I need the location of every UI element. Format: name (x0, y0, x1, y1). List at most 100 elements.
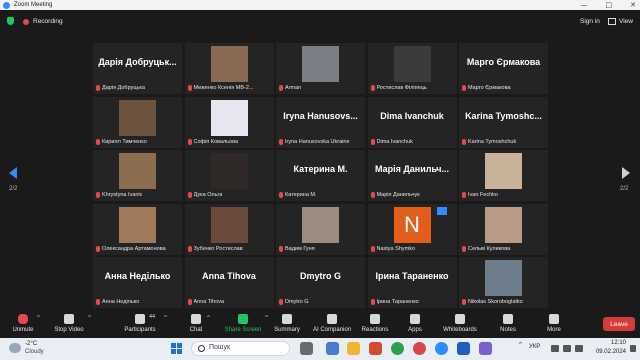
participant-tile[interactable]: Ростислав Філіпець (367, 43, 457, 94)
participant-tile[interactable]: Софія Ковальова (184, 96, 274, 148)
app-icon[interactable] (326, 342, 339, 355)
participant-tile[interactable]: Ivan Fechko (459, 150, 548, 201)
participant-tile[interactable]: Nikolas Skoroboglatko (459, 257, 548, 308)
language-indicator[interactable]: УКР (529, 344, 540, 350)
muted-mic-icon (96, 138, 100, 145)
participant-video-feed (119, 206, 156, 243)
whiteboards-button[interactable]: Whiteboards (442, 310, 478, 338)
participant-tile[interactable]: Arman (276, 43, 365, 94)
maximize-button[interactable]: □ (606, 1, 613, 9)
audio-options-caret-icon[interactable]: ^ (36, 315, 41, 322)
muted-mic-icon (462, 85, 466, 91)
chat-label: Chat (189, 327, 203, 333)
reactions-button[interactable]: Reactions (360, 310, 390, 338)
task-view-icon[interactable] (300, 342, 313, 355)
file-explorer-icon[interactable] (347, 342, 360, 355)
share-screen-button[interactable]: Share Screen (224, 310, 262, 338)
participant-tile[interactable]: Марія Данильч... Марія Данильчук (367, 150, 457, 201)
ai-companion-button[interactable]: AI Companion (312, 310, 352, 338)
previous-page-arrow-icon[interactable] (9, 167, 17, 179)
page-indicator-left: 2/2 (9, 186, 18, 192)
taskbar-search-box[interactable]: Пошук (191, 341, 290, 356)
unmute-label: Unmute (12, 327, 34, 333)
sign-in-link[interactable]: Sign in (580, 16, 600, 28)
participant-tile[interactable]: Дарія Добруцьк... Дарія Добруцька (93, 43, 182, 94)
battery-icon[interactable] (575, 345, 583, 352)
participant-tile[interactable]: Вадим Гуня (276, 203, 365, 255)
app-icon[interactable] (369, 342, 382, 355)
participant-name-label: Катерина М. (285, 192, 317, 198)
participant-tile[interactable]: Dmytro G Dmytro G (276, 257, 365, 308)
leave-button[interactable]: Leave (603, 317, 635, 331)
view-button[interactable]: View (619, 16, 633, 28)
clock-date[interactable]: 09.02.2024 (588, 349, 626, 355)
participant-tile[interactable]: Сельві Куликова (459, 203, 548, 255)
participant-name-label: Вадим Гуня (285, 245, 315, 252)
muted-mic-icon (370, 245, 375, 252)
chat-options-caret-icon[interactable]: ^ (206, 315, 211, 322)
participant-display-name: Dmytro G (299, 271, 341, 281)
participant-tile[interactable]: Катерина М. Катерина М. (276, 150, 365, 201)
security-shield-icon[interactable] (7, 17, 14, 25)
participant-tile[interactable]: Олександра Артамонова (93, 203, 182, 255)
share-options-caret-icon[interactable]: ^ (264, 315, 269, 322)
participants-options-caret-icon[interactable]: ^ (163, 315, 168, 322)
minimize-button[interactable]: — (581, 1, 588, 9)
muted-mic-icon (370, 85, 375, 91)
tile-options-icon[interactable] (436, 206, 447, 215)
participant-caption: Nastya Shymko (370, 245, 455, 253)
participant-caption: Кирилл Тимченко (96, 138, 180, 146)
participant-caption: Меженко Ксенія МВ-2... (187, 84, 272, 92)
volume-icon[interactable] (563, 345, 571, 352)
notification-bell-icon[interactable] (630, 345, 636, 352)
search-icon (198, 345, 205, 352)
participant-tile[interactable]: Dima Ivanchuk Dima Ivanchuk (367, 96, 457, 148)
participant-caption: Дарія Добруцька (96, 84, 180, 92)
wifi-icon[interactable] (551, 345, 559, 352)
app-icon[interactable] (479, 342, 492, 355)
close-window-button[interactable]: ✕ (630, 1, 636, 9)
participant-tile[interactable]: Анна Неділько Анна Неділько (93, 257, 182, 308)
participant-caption: Ірина Тараненко (370, 298, 455, 306)
participant-tile[interactable]: Кирилл Тимченко (93, 96, 182, 148)
stop-video-button[interactable]: Stop Video (53, 310, 85, 338)
participant-video-feed (210, 46, 248, 82)
participant-display-name: Марго Єрмакова (466, 57, 541, 67)
tray-overflow-icon[interactable]: ^ (519, 342, 522, 348)
participant-tile[interactable]: Зубенко Ростислав (184, 203, 274, 255)
participant-display-name: Марія Данильч... (375, 164, 449, 174)
chrome-icon[interactable] (391, 342, 404, 355)
participant-tile[interactable]: Karina Tymoshc... Karina Tymoshchuk (459, 96, 548, 148)
app-icon[interactable] (413, 342, 426, 355)
participant-caption: Nikolas Skoroboglatko (462, 298, 546, 306)
participant-tile[interactable]: Дука Ольга (184, 150, 274, 201)
next-page-arrow-icon[interactable] (622, 167, 630, 179)
apps-button[interactable]: Apps (403, 310, 427, 338)
participant-tile[interactable]: Марго Єрмакова Марго Єрмакова (459, 43, 548, 94)
video-options-caret-icon[interactable]: ^ (87, 315, 92, 322)
clock-time[interactable]: 12:10 (600, 340, 626, 346)
participant-tile[interactable]: Anna Tihova Anna Tihova (184, 257, 274, 308)
participant-caption: Олександра Артамонова (96, 245, 180, 253)
notes-button[interactable]: Notes (497, 310, 519, 338)
participant-tile[interactable]: Ірина Тараненко Ірина Тараненко (367, 257, 457, 308)
share-screen-label: Share Screen (224, 327, 262, 333)
windows-start-icon[interactable] (171, 343, 182, 354)
zoom-taskbar-icon[interactable] (435, 342, 448, 355)
more-button[interactable]: More (543, 310, 565, 338)
participant-video-feed (485, 153, 522, 189)
participant-caption: Софія Ковальова (187, 138, 272, 146)
participant-display-name: Iryna Hanusovs... (283, 110, 358, 121)
summary-button[interactable]: Summary (272, 310, 302, 338)
participant-tile[interactable]: Khrystyna Ivaniv (93, 150, 182, 201)
participant-tile[interactable]: N Nastya Shymko (367, 203, 457, 255)
participant-name-label: Nikolas Skoroboglatko (468, 299, 523, 305)
word-icon[interactable] (457, 342, 470, 355)
muted-mic-icon (187, 85, 192, 91)
view-grid-icon[interactable] (608, 18, 616, 25)
participant-tile[interactable]: Меженко Ксенія МВ-2... (184, 43, 274, 94)
participant-tile[interactable]: Iryna Hanusovs... Iryna Hanusovska Ukrain… (276, 96, 365, 148)
muted-mic-icon (370, 138, 375, 145)
unmute-button[interactable]: Unmute (10, 310, 36, 338)
weather-cloud-icon[interactable] (9, 343, 21, 353)
